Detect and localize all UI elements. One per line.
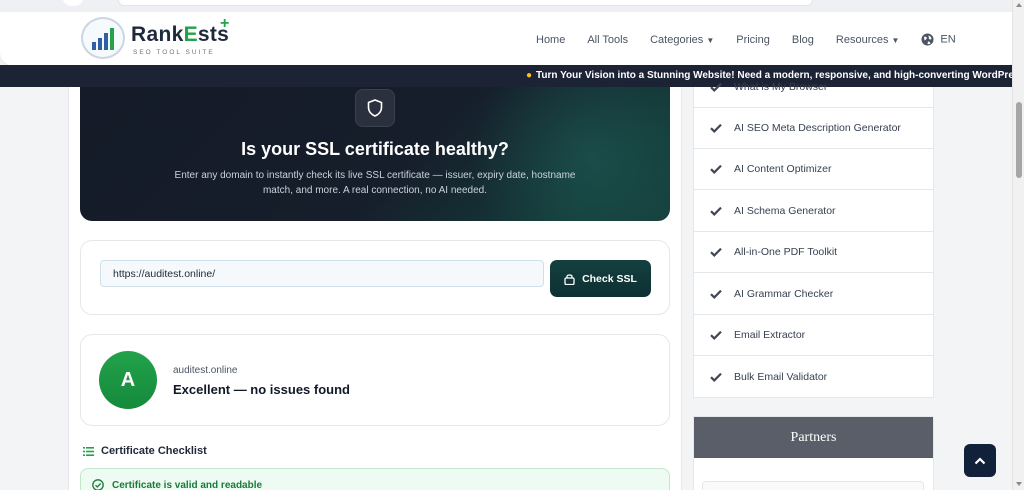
- sidebar-item-ai-content-optimizer[interactable]: AI Content Optimizer: [694, 149, 933, 190]
- hero-subtitle: Enter any domain to instantly check its …: [174, 170, 576, 196]
- caret-down-icon: ▼: [891, 35, 900, 45]
- sidebar-item-ai-schema-generator[interactable]: AI Schema Generator: [694, 191, 933, 232]
- check-icon: [710, 247, 722, 257]
- check-icon: [710, 82, 722, 92]
- nav-blog[interactable]: Blog: [792, 34, 814, 46]
- list-icon: [83, 446, 94, 456]
- logo-plus-icon: +: [220, 15, 230, 32]
- check-ssl-button[interactable]: Check SSL: [550, 260, 651, 297]
- nav-categories[interactable]: Categories ▼: [650, 34, 714, 46]
- scroll-to-top-button[interactable]: [964, 444, 996, 477]
- check-icon: [710, 123, 722, 133]
- check-circle-icon: [92, 479, 104, 490]
- scroll-down-arrow-icon[interactable]: [1016, 482, 1022, 486]
- check-icon: [710, 164, 722, 174]
- sidebar-item-ai-seo-meta-description-generator[interactable]: AI SEO Meta Description Generator: [694, 108, 933, 149]
- main-nav: Home All Tools Categories ▼ Pricing Blog …: [536, 33, 978, 46]
- partners-widget: Partners: [693, 416, 934, 490]
- sidebar-item-bulk-email-validator[interactable]: Bulk Email Validator: [694, 356, 933, 397]
- caret-down-icon: ▼: [706, 35, 715, 45]
- language-switcher[interactable]: EN: [921, 33, 956, 46]
- sidebar-item-ai-grammar-checker[interactable]: AI Grammar Checker: [694, 274, 933, 315]
- browser-address-bar[interactable]: [118, 0, 813, 6]
- ssl-result-summary: A auditest.online Excellent — no issues …: [80, 334, 670, 426]
- nav-home[interactable]: Home: [536, 34, 565, 46]
- globe-icon: [921, 33, 934, 46]
- result-domain: auditest.online: [173, 365, 238, 376]
- sidebar-item-email-extractor[interactable]: Email Extractor: [694, 315, 933, 356]
- logo-tagline: SEO TOOL SUITE: [133, 49, 215, 56]
- shield-icon: [355, 89, 395, 127]
- site-logo[interactable]: RankEsts + SEO TOOL SUITE: [81, 15, 241, 61]
- check-icon: [710, 330, 722, 340]
- partner-link[interactable]: [702, 481, 924, 490]
- lightbulb-icon: ●: [526, 70, 533, 81]
- hero-title: Is your SSL certificate healthy?: [241, 139, 509, 159]
- browser-tab-edge: [62, 0, 84, 6]
- result-status: Excellent — no issues found: [173, 382, 350, 397]
- partners-heading: Partners: [694, 417, 933, 458]
- scroll-up-arrow-icon[interactable]: [1016, 3, 1022, 7]
- sidebar-item-what-is-my-browser[interactable]: What is My Browser: [694, 67, 933, 108]
- check-icon: [710, 206, 722, 216]
- check-icon: [710, 372, 722, 382]
- logo-wordmark: RankEsts: [131, 23, 230, 46]
- checklist-heading: Certificate Checklist: [83, 445, 207, 457]
- chevron-up-icon: [974, 456, 986, 464]
- checklist-item: Certificate is valid and readable: [80, 468, 670, 490]
- scrollbar-thumb[interactable]: [1016, 102, 1022, 178]
- hero-banner: Is your SSL certificate healthy? Enter a…: [80, 87, 670, 221]
- nav-pricing[interactable]: Pricing: [736, 34, 770, 46]
- nav-all-tools[interactable]: All Tools: [587, 34, 628, 46]
- site-header: RankEsts + SEO TOOL SUITE Home All Tools…: [0, 12, 1018, 66]
- ssl-grade-badge: A: [99, 351, 157, 409]
- nav-resources[interactable]: Resources ▼: [836, 34, 900, 46]
- domain-url-input[interactable]: [100, 260, 544, 287]
- page-scrollbar[interactable]: [1012, 0, 1024, 490]
- ssl-check-form: Check SSL: [80, 240, 670, 315]
- browser-top-strip: [0, 0, 1024, 12]
- check-icon: [710, 289, 722, 299]
- sidebar-item-all-in-one-pdf-toolkit[interactable]: All-in-One PDF Toolkit: [694, 232, 933, 273]
- sidebar-tools-list: What is My Browser AI SEO Meta Descripti…: [693, 81, 934, 398]
- logo-chart-icon: [81, 17, 125, 59]
- lock-icon: [564, 273, 575, 285]
